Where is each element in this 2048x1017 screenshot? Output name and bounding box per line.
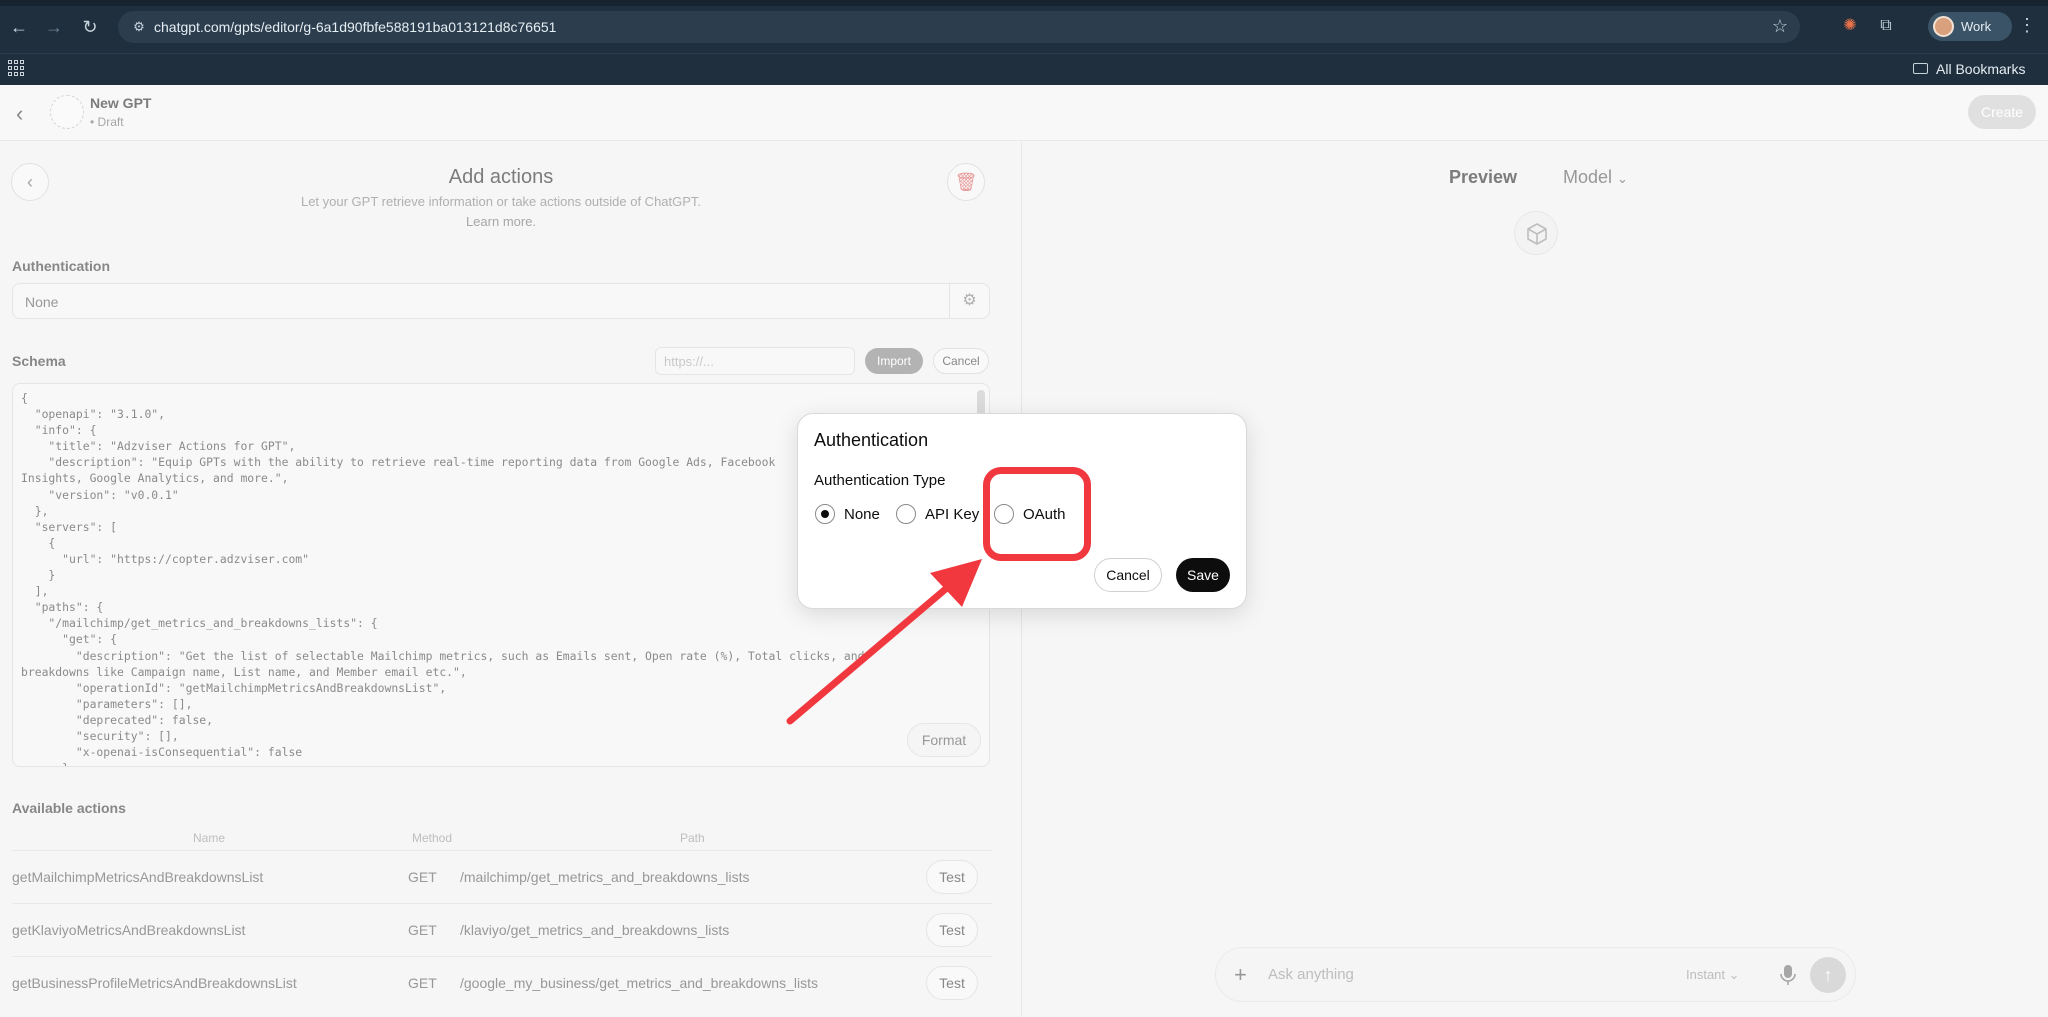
dialog-title: Authentication [814, 430, 929, 450]
radio-label-api-key[interactable]: API Key [925, 506, 979, 523]
back-arrow-icon[interactable]: ← [8, 16, 30, 38]
address-url[interactable]: chatgpt.com/gpts/editor/g-6a1d90fbfe5881… [154, 19, 556, 35]
site-settings-icon[interactable]: ⚙ [130, 18, 148, 36]
profile-avatar [1933, 16, 1954, 37]
reload-icon[interactable]: ↻ [79, 16, 101, 38]
dialog-cancel-button[interactable]: Cancel [1094, 558, 1162, 592]
radio-label-none[interactable]: None [844, 506, 880, 523]
radio-none[interactable] [815, 504, 835, 524]
browser-menu-icon[interactable]: ⋮ [2018, 15, 2036, 36]
apps-grid-icon[interactable] [8, 60, 24, 76]
profile-chip[interactable]: Work [1928, 12, 2012, 41]
authentication-type-label: Authentication Type [814, 472, 946, 489]
dialog-save-button[interactable]: Save [1176, 558, 1230, 592]
extension-burst-icon[interactable]: ✺ [1839, 15, 1861, 37]
extensions-puzzle-icon[interactable]: ⧉ [1875, 15, 1897, 37]
browser-toolbar: ← → ↻ ⚙ chatgpt.com/gpts/editor/g-6a1d90… [0, 0, 2048, 53]
folder-icon [1913, 63, 1928, 74]
profile-label: Work [1961, 19, 1992, 34]
forward-arrow-icon[interactable]: → [43, 16, 65, 38]
bookmark-star-icon[interactable]: ☆ [1772, 16, 1788, 37]
annotation-arrow [786, 559, 982, 725]
address-bar[interactable]: ⚙ chatgpt.com/gpts/editor/g-6a1d90fbfe58… [118, 11, 1800, 43]
all-bookmarks-link[interactable]: All Bookmarks [1936, 61, 2025, 77]
tab-strip [0, 0, 2048, 6]
radio-api-key[interactable] [896, 504, 916, 524]
bookmarks-bar: All Bookmarks [0, 53, 2048, 85]
